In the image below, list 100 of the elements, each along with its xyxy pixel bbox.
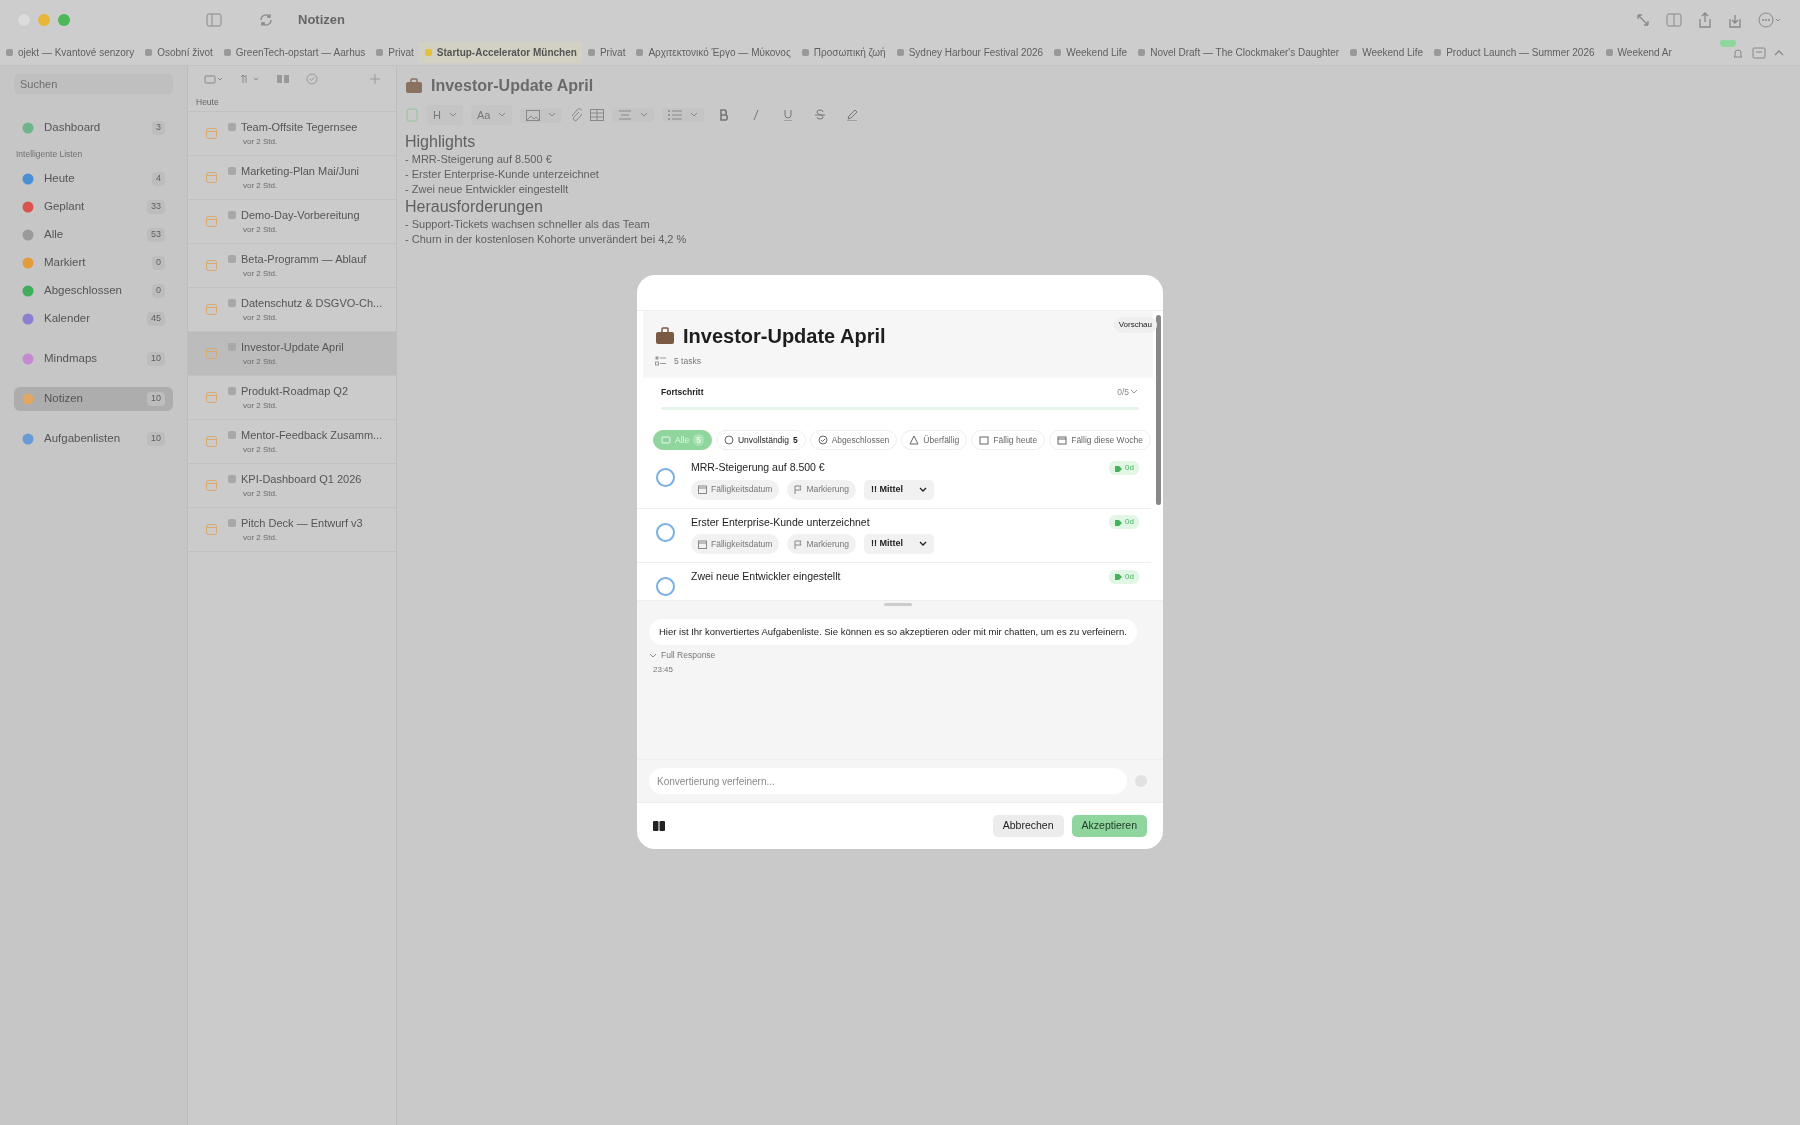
dialog-title: Investor-Update April bbox=[683, 324, 886, 349]
note-title: KPI-Dashboard Q1 2026 bbox=[241, 472, 362, 487]
item-count: 4 bbox=[152, 172, 165, 186]
tab[interactable]: Sydney Harbour Festival 2026 bbox=[890, 42, 1049, 63]
tab[interactable]: ojekt — Kvantové senzory bbox=[0, 42, 140, 63]
note-title: Mentor-Feedback Zusamm... bbox=[241, 428, 383, 443]
note-item[interactable]: Beta-Programm — Ablauf vor 2 Std. bbox=[188, 243, 396, 288]
sidebar-item[interactable]: Notizen 10 bbox=[14, 386, 173, 411]
tab[interactable]: Privat bbox=[581, 42, 631, 63]
note-item[interactable]: Produkt-Roadmap Q2 vor 2 Std. bbox=[188, 375, 396, 420]
item-label: Alle bbox=[44, 227, 64, 243]
due-date-button[interactable]: Fälligkeitsdatum bbox=[691, 534, 780, 554]
bullet-item: - MRR-Steigerung auf 8.500 € bbox=[405, 152, 553, 167]
filter-chip[interactable]: Überfällig bbox=[901, 429, 968, 451]
tab[interactable]: Osobní život bbox=[139, 42, 218, 63]
note-item[interactable]: Mentor-Feedback Zusamm... vor 2 Std. bbox=[188, 419, 396, 464]
note-meta: vor 2 Std. bbox=[243, 135, 279, 148]
sidebar-item[interactable]: Aufgabenlisten 10 bbox=[14, 426, 173, 451]
item-label: Geplant bbox=[44, 199, 85, 215]
note-title: Investor-Update April bbox=[431, 76, 594, 96]
filter-chip[interactable]: Abgeschlossen bbox=[809, 429, 898, 451]
search-field[interactable]: Suchen bbox=[14, 74, 173, 94]
tab[interactable]: GreenTech-opstart — Aarhus bbox=[217, 42, 371, 63]
note-item[interactable]: Investor-Update April vor 2 Std. bbox=[188, 331, 396, 376]
duration-badge: 0d bbox=[1109, 515, 1139, 530]
tab[interactable]: Novel Draft — The Clockmaker's Daughter bbox=[1132, 42, 1345, 63]
filter-chip[interactable]: Fällig heute bbox=[971, 429, 1046, 451]
flag-button[interactable]: Markierung bbox=[787, 534, 856, 554]
item-label: Aufgabenlisten bbox=[44, 431, 121, 447]
note-title: Beta-Programm — Ablauf bbox=[241, 252, 367, 267]
progress-label: Fortschritt bbox=[661, 385, 704, 399]
item-label: Kalender bbox=[44, 311, 91, 327]
filter-count: 5 bbox=[693, 433, 704, 447]
note-item[interactable]: KPI-Dashboard Q1 2026 vor 2 Std. bbox=[188, 463, 396, 508]
heading: Highlights bbox=[405, 132, 477, 152]
item-label: Dashboard bbox=[44, 120, 101, 136]
bullet-item: - Churn in der kostenlosen Kohorte unverändert bei 4,2 % bbox=[405, 232, 688, 247]
priority-dropdown[interactable]: !! Mittel bbox=[863, 534, 934, 554]
sidebar-item[interactable]: Markiert 0 bbox=[14, 250, 173, 275]
sidebar-item[interactable]: Mindmaps 10 bbox=[14, 346, 173, 371]
duration-badge: 0d bbox=[1109, 461, 1139, 476]
task-title: MRR-Steigerung auf 8.500 € bbox=[691, 460, 825, 476]
note-item[interactable]: Pitch Deck — Entwurf v3 vor 2 Std. bbox=[188, 507, 396, 552]
note-item[interactable]: Team-Offsite Tegernsee vor 2 Std. bbox=[188, 111, 396, 156]
bullet-item: - Zwei neue Entwickler eingestellt bbox=[405, 182, 570, 197]
sidebar-item[interactable]: Dashboard 3 bbox=[14, 116, 173, 140]
cancel-button[interactable]: Abbrechen bbox=[992, 815, 1064, 837]
task-title: Erster Enterprise-Kunde unterzeichnet bbox=[691, 514, 870, 530]
note-title: Datenschutz & DSGVO-Ch... bbox=[241, 296, 383, 311]
tab[interactable]: Προσωπική ζωή bbox=[795, 42, 891, 63]
window-title: Notizen bbox=[298, 11, 345, 30]
note-meta: vor 2 Std. bbox=[243, 179, 279, 192]
tab[interactable]: Weekend Life bbox=[1048, 42, 1133, 63]
note-item[interactable]: Datenschutz & DSGVO-Ch... vor 2 Std. bbox=[188, 287, 396, 332]
item-label: Markiert bbox=[44, 255, 86, 271]
sidebar-item[interactable]: Alle 53 bbox=[14, 222, 173, 247]
note-item[interactable]: Demo-Day-Vorbereitung vor 2 Std. bbox=[188, 199, 396, 244]
item-count: 3 bbox=[152, 121, 165, 135]
task-count: 5 tasks bbox=[674, 355, 701, 368]
section-header: Heute bbox=[188, 92, 396, 112]
filter-chip[interactable]: Unvollständig 5 bbox=[715, 429, 806, 451]
flag-button[interactable]: Markierung bbox=[787, 480, 856, 500]
note-item[interactable]: Marketing-Plan Mai/Juni vor 2 Std. bbox=[188, 155, 396, 200]
item-label: Heute bbox=[44, 171, 75, 187]
sidebar-item[interactable]: Kalender 45 bbox=[14, 306, 173, 331]
item-count: 10 bbox=[147, 352, 165, 366]
note-meta: vor 2 Std. bbox=[243, 443, 279, 456]
font-dropdown[interactable]: Aa bbox=[470, 104, 513, 126]
note-meta: vor 2 Std. bbox=[243, 355, 279, 368]
item-count: 10 bbox=[147, 432, 165, 446]
note-meta: vor 2 Std. bbox=[243, 267, 279, 280]
sidebar-item[interactable]: Abgeschlossen 0 bbox=[14, 278, 173, 303]
tab[interactable]: Αρχιτεκτονικό Έργο — Μύκονος bbox=[630, 42, 796, 63]
filter-chip[interactable]: Fällig diese Woche bbox=[1049, 429, 1151, 451]
note-meta: vor 2 Std. bbox=[243, 311, 279, 324]
tab[interactable]: Privat bbox=[370, 42, 419, 63]
item-label: Mindmaps bbox=[44, 351, 98, 367]
tab[interactable]: Weekend Life bbox=[1344, 42, 1429, 63]
item-count: 33 bbox=[147, 200, 165, 214]
item-label: Abgeschlossen bbox=[44, 283, 122, 299]
accept-button[interactable]: Akzeptieren bbox=[1071, 815, 1147, 837]
full-response-toggle[interactable]: Full Response bbox=[649, 649, 716, 662]
tab[interactable]: Startup-Accelerator München bbox=[418, 42, 582, 63]
tab[interactable]: Weekend Ar bbox=[1599, 42, 1677, 63]
item-count: 45 bbox=[147, 312, 165, 326]
priority-dropdown[interactable]: !! Mittel bbox=[863, 480, 934, 500]
refine-input[interactable]: Konvertierung verfeinern... bbox=[649, 768, 1127, 794]
message-time: 23:45 bbox=[653, 664, 675, 676]
sidebar-item[interactable]: Geplant 33 bbox=[14, 194, 173, 219]
chat-message: Hier ist Ihr konvertiertes Aufgabenliste. Sie können es so akzeptieren oder mit mir chatten, um es zu verfeinern. bbox=[649, 619, 1137, 646]
tab[interactable]: Product Launch — Summer 2026 bbox=[1428, 42, 1600, 63]
note-title: Marketing-Plan Mai/Juni bbox=[241, 164, 359, 179]
sidebar-item[interactable]: Heute 4 bbox=[14, 166, 173, 191]
due-date-button[interactable]: Fälligkeitsdatum bbox=[691, 480, 780, 500]
heading: Herausforderungen bbox=[405, 197, 544, 217]
bullet-item: - Support-Tickets wachsen schneller als das Team bbox=[405, 217, 651, 232]
preview-button[interactable]: Vorschau bbox=[1113, 317, 1157, 333]
duration-badge: 0d bbox=[1109, 569, 1139, 584]
item-count: 53 bbox=[147, 228, 165, 242]
heading-dropdown[interactable]: H bbox=[427, 104, 463, 126]
